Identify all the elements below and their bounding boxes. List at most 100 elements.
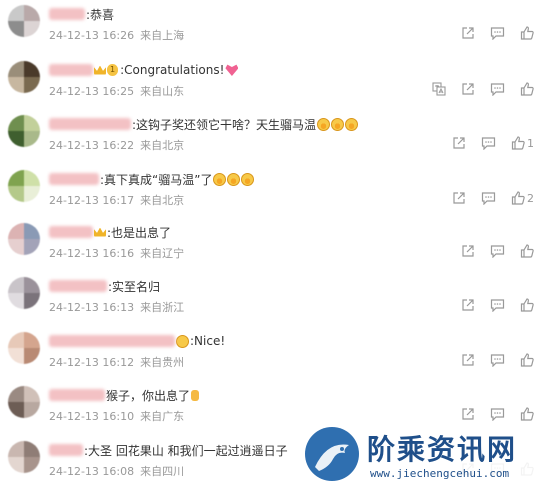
comment-text: :实至名归 (108, 279, 161, 294)
like-button[interactable] (520, 82, 534, 96)
comment-item: :也是出息了 24-12-13 16:16 来自辽宁 (0, 218, 550, 272)
comment-text: :Nice! (190, 334, 226, 348)
thumbs-up-icon (511, 136, 525, 150)
comment-location: 来自四川 (140, 465, 185, 478)
reply-icon[interactable] (490, 353, 505, 367)
thumbs-up-icon (520, 407, 534, 421)
watermark-title: 阶乘资讯网 (367, 433, 518, 466)
eagle-logo-icon (305, 427, 359, 481)
like-button[interactable]: 2 (511, 191, 534, 205)
fan-level-badge: 1 (107, 64, 119, 76)
comment-actions: 2 (452, 191, 534, 205)
like-button[interactable] (520, 353, 534, 367)
avatar[interactable] (8, 332, 40, 364)
reply-icon[interactable] (490, 244, 505, 258)
share-icon[interactable] (461, 26, 475, 40)
thumbs-up-icon (520, 244, 534, 258)
reply-icon[interactable] (490, 407, 505, 421)
comment-time: 24-12-13 16:25 (49, 85, 135, 98)
laugh-emoji-icon (213, 172, 227, 186)
avatar[interactable] (8, 115, 40, 147)
avatar[interactable] (8, 5, 40, 37)
reply-icon[interactable] (490, 26, 505, 40)
comment-text: :这钩子奖还领它干啥？天生骝马温 (132, 117, 317, 132)
laugh-emoji-icon (241, 172, 255, 186)
username-blurred[interactable] (49, 389, 105, 401)
comment-actions (461, 353, 534, 367)
avatar[interactable] (8, 61, 40, 93)
avatar[interactable] (8, 277, 40, 309)
watermark: 阶乘资讯网 www.jiechengcehui.com (300, 422, 550, 487)
laugh-emoji-icon (345, 117, 359, 131)
comment-location: 来自北京 (140, 194, 185, 207)
username-blurred[interactable] (49, 173, 99, 185)
comment-item: :这钩子奖还领它干啥？天生骝马温 24-12-13 16:22 来自北京 1 (0, 110, 550, 164)
share-icon[interactable] (461, 353, 475, 367)
thumbs-up-icon (520, 26, 534, 40)
like-button[interactable] (520, 26, 534, 40)
like-button[interactable] (520, 244, 534, 258)
username-blurred[interactable] (49, 335, 175, 347)
share-icon[interactable] (452, 136, 466, 150)
avatar[interactable] (8, 441, 40, 473)
comment-text: :也是出息了 (107, 225, 172, 240)
thumbs-up-icon (520, 82, 534, 96)
reply-icon[interactable] (481, 136, 496, 150)
comment-location: 来自浙江 (140, 301, 185, 314)
laugh-emoji-icon (227, 172, 241, 186)
comment-actions (461, 298, 534, 312)
share-icon[interactable] (461, 244, 475, 258)
laugh-emoji-icon (317, 117, 331, 131)
avatar[interactable] (8, 170, 40, 202)
comment-actions (461, 244, 534, 258)
comment-text: :大圣 回花果山 和我们一起过逍遥日子 (84, 443, 288, 458)
comment-actions (461, 26, 534, 40)
comment-item: :Nice! 24-12-13 16:12 来自贵州 (0, 327, 550, 381)
comment-location: 来自上海 (140, 29, 185, 42)
reply-icon[interactable] (481, 191, 496, 205)
laugh-emoji-icon (331, 117, 345, 131)
like-count: 1 (527, 136, 534, 150)
comment-item: :实至名归 24-12-13 16:13 来自浙江 (0, 272, 550, 326)
comment-location: 来自北京 (140, 139, 185, 152)
crown-icon (94, 65, 106, 75)
like-button[interactable] (520, 407, 534, 421)
share-icon[interactable] (461, 407, 475, 421)
username-blurred[interactable] (49, 118, 131, 130)
comment-location: 来自辽宁 (140, 247, 185, 260)
username-blurred[interactable] (49, 280, 107, 292)
share-icon[interactable] (461, 298, 475, 312)
reply-icon[interactable] (490, 82, 505, 96)
avatar[interactable] (8, 386, 40, 418)
username-blurred[interactable] (49, 444, 83, 456)
reply-icon[interactable] (490, 298, 505, 312)
username-blurred[interactable] (49, 226, 93, 238)
like-count: 2 (527, 191, 534, 205)
comment-time: 24-12-13 16:17 (49, 194, 135, 207)
avatar[interactable] (8, 223, 40, 255)
comment-actions (461, 407, 534, 421)
comment-time: 24-12-13 16:08 (49, 465, 135, 478)
like-button[interactable] (520, 298, 534, 312)
share-icon[interactable] (461, 82, 475, 96)
like-button[interactable]: 1 (511, 136, 534, 150)
thumbs-up-icon (520, 298, 534, 312)
comment-time: 24-12-13 16:13 (49, 301, 135, 314)
comment-item: :真下真成“骝马温”了 24-12-13 16:17 来自北京 2 (0, 165, 550, 219)
comment-time: 24-12-13 16:26 (49, 29, 135, 42)
comment-actions (432, 82, 534, 96)
comment-item: 1:Congratulations! 24-12-13 16:25 来自山东 (0, 56, 550, 110)
comment-time: 24-12-13 16:10 (49, 410, 135, 423)
username-blurred[interactable] (49, 64, 93, 76)
comment-text: 猴子，你出息了 (106, 388, 191, 403)
watermark-url: www.jiechengcehui.com (370, 467, 510, 480)
comment-item: :恭喜 24-12-13 16:26 来自上海 (0, 0, 550, 54)
translate-icon[interactable] (432, 82, 446, 96)
share-icon[interactable] (452, 191, 466, 205)
comment-time: 24-12-13 16:12 (49, 356, 135, 369)
sunglass-emoji-icon (176, 334, 189, 348)
username-blurred[interactable] (49, 8, 85, 20)
comment-location: 来自广东 (140, 410, 185, 423)
comment-location: 来自山东 (140, 85, 185, 98)
heart-emoji-icon (225, 64, 239, 76)
